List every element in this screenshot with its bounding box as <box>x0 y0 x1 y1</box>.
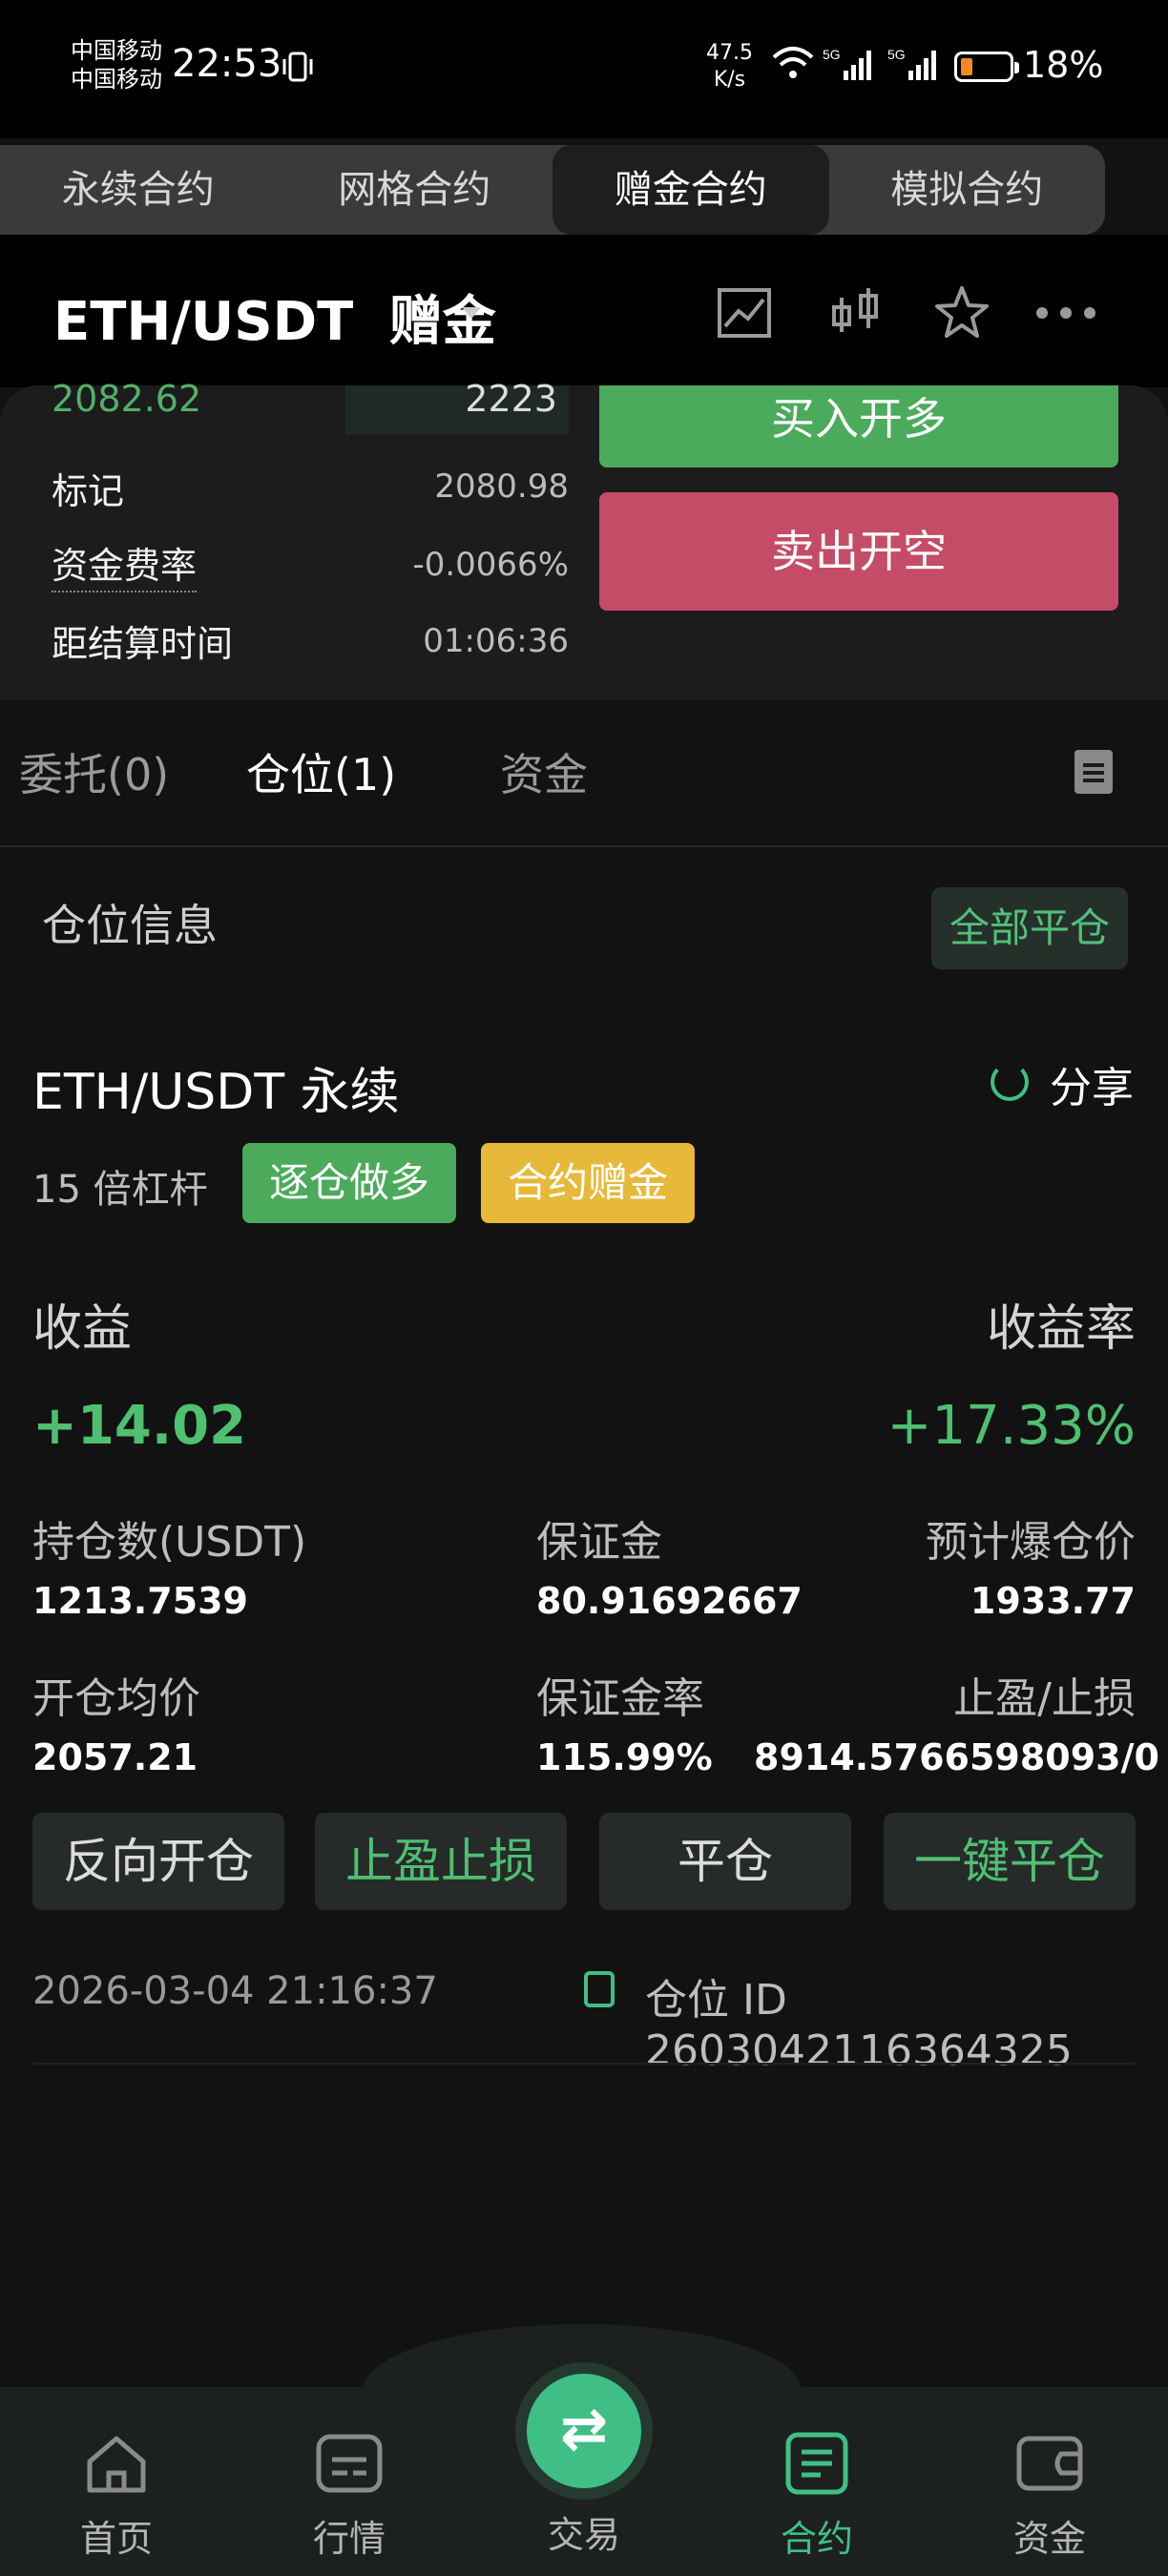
entry-price-value: 2057.21 <box>32 1736 198 1778</box>
nav-contract[interactable]: 合约 <box>740 2431 893 2562</box>
carrier-2: 中国移动 <box>71 66 162 93</box>
settlement-countdown-value: 01:06:36 <box>423 622 569 660</box>
liquidation-price-label: 预计爆仓价 <box>926 1518 1136 1567</box>
pair-selector[interactable]: ETH/USDT 赠金 <box>53 279 496 356</box>
margin-ratio-label: 保证金率 <box>536 1674 704 1723</box>
carrier-1: 中国移动 <box>71 37 162 64</box>
caret-down-icon[interactable] <box>462 307 481 319</box>
nav-funds[interactable]: 资金 <box>973 2431 1126 2562</box>
pair-type: 赠金 <box>388 291 496 353</box>
close-all-button[interactable]: 全部平仓 <box>931 887 1128 969</box>
roe-label: 收益率 <box>986 1300 1136 1358</box>
reverse-position-button[interactable]: 反向开仓 <box>32 1813 284 1910</box>
wallet-icon <box>1016 2436 1083 2491</box>
market-icon <box>316 2434 383 2493</box>
position-size-label: 持仓数(USDT) <box>32 1518 307 1567</box>
favorite-star-icon[interactable] <box>931 282 992 343</box>
mark-price-value: 2080.98 <box>434 467 569 506</box>
tab-bonus[interactable]: 赠金合约 <box>553 145 829 235</box>
mark-price-label: 标记 <box>52 470 125 512</box>
document-icon[interactable] <box>1074 750 1113 794</box>
tab-perpetual[interactable]: 永续合约 <box>0 145 277 235</box>
contract-icon <box>785 2432 848 2495</box>
tab-grid[interactable]: 网格合约 <box>277 145 553 235</box>
last-price: 2082.62 <box>52 378 202 420</box>
battery-icon <box>954 52 1019 82</box>
svg-text:5G: 5G <box>887 47 906 62</box>
buy-long-button[interactable]: 买入开多 <box>599 385 1118 467</box>
cell-signal-2-icon: 5G <box>887 47 936 80</box>
nav-market-label: 行情 <box>312 2518 386 2560</box>
nav-contract-label: 合约 <box>780 2518 853 2560</box>
nav-home-label: 首页 <box>79 2518 153 2560</box>
opened-timestamp: 2026-03-04 21:16:37 <box>32 1969 438 2013</box>
share-button[interactable]: 分享 <box>1050 1053 1134 1114</box>
nav-home[interactable]: 首页 <box>40 2431 193 2562</box>
divider <box>32 2063 1136 2065</box>
position-size-value: 1213.7539 <box>32 1580 248 1622</box>
position-id: 仓位 ID 2603042116364325 <box>645 1976 1073 2075</box>
tpsl-label: 止盈/止损 <box>953 1674 1136 1723</box>
trade-swap-icon[interactable]: ⇄ <box>527 2374 641 2488</box>
isolated-long-badge: 逐仓做多 <box>242 1143 456 1223</box>
nav-funds-label: 资金 <box>1012 2518 1086 2560</box>
settlement-countdown-label: 距结算时间 <box>52 623 234 665</box>
share-icon[interactable] <box>991 1063 1029 1101</box>
tpsl-button[interactable]: 止盈止损 <box>315 1813 567 1910</box>
funding-rate-label-text: 资金费率 <box>52 545 198 592</box>
home-icon <box>87 2436 146 2493</box>
vibrate-icon <box>282 52 313 82</box>
margin-label: 保证金 <box>536 1518 662 1567</box>
svg-text:5G: 5G <box>823 47 841 62</box>
roe-value: +17.33% <box>886 1395 1136 1457</box>
contract-type-tabs: 永续合约 网格合约 赠金合约 模拟合约 <box>0 145 1105 235</box>
pnl-value: +14.02 <box>32 1395 247 1457</box>
margin-ratio-value: 115.99% <box>536 1736 713 1778</box>
battery-percent: 18% <box>1023 44 1104 86</box>
nav-market[interactable]: 行情 <box>273 2431 426 2562</box>
liquidation-price-value: 1933.77 <box>970 1580 1136 1622</box>
tpsl-value: 8914.5766598093/0 <box>754 1736 1159 1778</box>
close-position-button[interactable]: 平仓 <box>599 1813 851 1910</box>
divider <box>0 845 1168 847</box>
quick-close-button[interactable]: 一键平仓 <box>884 1813 1136 1910</box>
entry-price-label: 开仓均价 <box>32 1674 200 1723</box>
carrier-names: 中国移动 中国移动 <box>71 36 162 93</box>
tab-orders[interactable]: 委托(0) <box>19 740 169 803</box>
cell-signal-1-icon: 5G <box>823 47 871 80</box>
tab-demo[interactable]: 模拟合约 <box>829 145 1106 235</box>
tab-positions[interactable]: 仓位(1) <box>246 740 396 803</box>
tab-funds[interactable]: 资金 <box>500 740 588 803</box>
net-speed-value: 47.5 <box>706 41 753 65</box>
net-speed-unit: K/s <box>713 68 746 92</box>
net-speed: 47.5 K/s <box>706 40 753 93</box>
position-info-title: 仓位信息 <box>42 900 218 951</box>
wifi-icon <box>772 47 814 78</box>
clock: 22:53 <box>172 42 282 86</box>
position-symbol: ETH/USDT 永续 <box>32 1064 400 1121</box>
depth-quantity: 2223 <box>465 378 557 420</box>
sell-short-button[interactable]: 卖出开空 <box>599 492 1118 611</box>
bonus-badge: 合约赠金 <box>481 1143 695 1223</box>
pnl-label: 收益 <box>32 1300 133 1358</box>
leverage-label: 15 倍杠杆 <box>32 1168 208 1212</box>
more-icon[interactable] <box>1032 282 1099 343</box>
pair-name: ETH/USDT <box>53 291 354 353</box>
copy-icon[interactable] <box>584 1971 615 2007</box>
candlestick-icon[interactable] <box>824 282 886 343</box>
nav-trade-label[interactable]: 交易 <box>508 2505 660 2558</box>
funding-rate-label[interactable]: 资金费率 <box>52 536 198 592</box>
funding-rate-value: -0.0066% <box>412 546 569 584</box>
chart-icon[interactable] <box>714 282 775 343</box>
